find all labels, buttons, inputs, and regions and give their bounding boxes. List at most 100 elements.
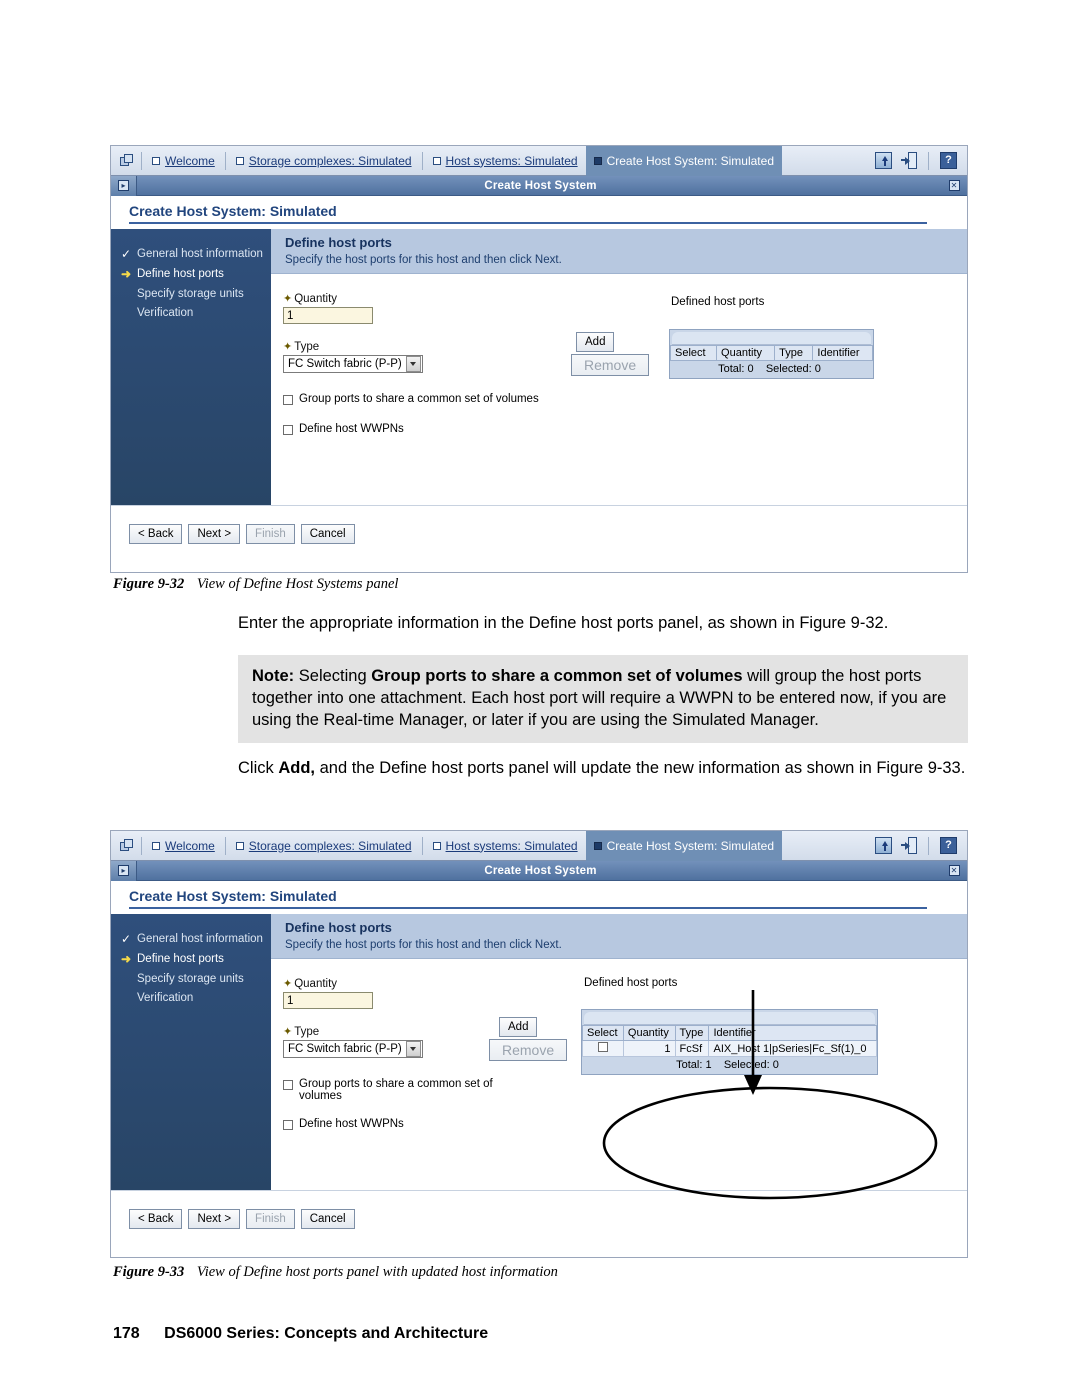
back-button[interactable]: < Back (129, 523, 183, 544)
back-button[interactable]: < Back (129, 1208, 183, 1229)
wizard-step-verification[interactable]: Verification (119, 989, 271, 1008)
group-ports-checkbox[interactable] (283, 395, 293, 405)
wizard-step-label: Define host ports (137, 268, 224, 280)
figure-9-33-caption: Figure 9-33 View of Define host ports pa… (113, 1264, 558, 1281)
page-footer: 178 DS6000 Series: Concepts and Architec… (113, 1325, 488, 1343)
row-checkbox[interactable] (597, 1042, 608, 1052)
check-icon: ✓ (120, 247, 132, 261)
exit-icon[interactable] (901, 837, 917, 854)
exit-icon[interactable] (901, 152, 917, 169)
close-button[interactable]: ✕ (944, 861, 964, 881)
type-select[interactable]: FC Switch fabric (P-P) (283, 355, 423, 373)
check-icon: ✓ (120, 932, 132, 946)
wizard-step-general-host-information[interactable]: ✓ General host information (119, 930, 271, 950)
wizard-step-label: Define host ports (137, 953, 224, 965)
arrow-right-icon: ➜ (120, 267, 132, 281)
close-icon: ✕ (948, 180, 960, 191)
step-subtitle: Specify the host ports for this host and… (285, 254, 562, 266)
wizard-step-general-host-information[interactable]: ✓ General host information (119, 245, 271, 265)
panel-header: Create Host System: Simulated (111, 881, 967, 914)
tab-label: Host systems: Simulated (445, 838, 578, 853)
wizard-button-bar: < Back Next > Finish Cancel (111, 1190, 967, 1236)
divider (141, 151, 142, 170)
type-select-value: FC Switch fabric (P-P) (288, 358, 402, 370)
window-title-bar: ▸ Create Host System ✕ (111, 175, 967, 196)
window-title: Create Host System (484, 179, 597, 192)
row-quantity: 1 (622, 1040, 676, 1057)
tab-storage-complexes[interactable]: Storage complexes: Simulated (228, 150, 420, 172)
tab-welcome[interactable]: Welcome (144, 835, 223, 857)
wizard-step-define-host-ports[interactable]: ➜ Define host ports (119, 265, 271, 285)
divider (421, 151, 423, 170)
define-wwpn-checkbox[interactable] (283, 425, 293, 435)
remove-button-wrap: Remove (571, 354, 650, 376)
figure-9-32-screenshot: Welcome Storage complexes: Simulated Hos… (110, 145, 968, 573)
upload-icon[interactable] (875, 837, 892, 854)
tab-host-systems[interactable]: Host systems: Simulated (425, 150, 586, 172)
wizard-step-list: ✓ General host information ➜ Define host… (111, 229, 271, 505)
help-icon[interactable]: ? (940, 152, 957, 169)
step-subtitle: Specify the host ports for this host and… (285, 939, 562, 951)
wizard-step-verification[interactable]: Verification (119, 304, 271, 323)
define-wwpn-checkbox-row[interactable]: Define host WWPNs (283, 1118, 967, 1130)
add-button[interactable]: Add (576, 332, 615, 352)
title-underline (129, 907, 927, 909)
selected-count: Selected: 0 (723, 1059, 779, 1071)
page-number: 178 (113, 1325, 140, 1342)
next-button[interactable]: Next > (188, 523, 241, 544)
group-ports-label: Group ports to share a common set of vol… (299, 393, 539, 405)
tab-checkbox-icon (593, 156, 602, 165)
tab-welcome[interactable]: Welcome (144, 150, 223, 172)
window-title-bar: ▸ Create Host System ✕ (111, 860, 967, 881)
cancel-button[interactable]: Cancel (300, 523, 355, 544)
tab-checkbox-icon (235, 841, 244, 850)
expand-button[interactable]: ▸ (111, 860, 137, 881)
expand-icon: ▸ (118, 180, 129, 191)
book-title: DS6000 Series: Concepts and Architecture (164, 1325, 489, 1342)
add-button[interactable]: Add (499, 1017, 538, 1037)
defined-host-ports-table: Select Quantity Type Identifier 1 FcSf A… (581, 1009, 878, 1075)
defined-host-ports-table: Select Quantity Type Identifier Total: 0… (669, 329, 874, 379)
page-title: Create Host System: Simulated (129, 888, 337, 904)
chevron-down-icon (405, 1041, 421, 1057)
tab-storage-complexes[interactable]: Storage complexes: Simulated (228, 835, 420, 857)
close-button[interactable]: ✕ (944, 176, 964, 196)
help-icon[interactable]: ? (940, 837, 957, 854)
figure-caption-text: View of Define Host Systems panel (196, 576, 399, 592)
type-select[interactable]: FC Switch fabric (P-P) (283, 1040, 423, 1058)
defined-host-ports-label: Defined host ports (584, 977, 678, 989)
row-select-cell[interactable] (582, 1040, 624, 1057)
next-button[interactable]: Next > (188, 1208, 241, 1229)
table-summary: Total: 0 Selected: 0 (670, 361, 873, 378)
group-ports-checkbox-row[interactable]: Group ports to share a common set of vol… (283, 393, 967, 405)
selected-count: Selected: 0 (765, 363, 821, 375)
tab-label: Create Host System: Simulated (606, 153, 774, 168)
tab-checkbox-icon (235, 156, 244, 165)
quantity-input[interactable]: 1 (283, 992, 373, 1009)
wizard-step-label: Verification (137, 307, 194, 320)
upload-icon[interactable] (875, 152, 892, 169)
cancel-button[interactable]: Cancel (300, 1208, 355, 1229)
group-ports-checkbox-row[interactable]: Group ports to share a common set of vol… (283, 1078, 498, 1102)
paragraph-2-pre: Click (238, 759, 279, 777)
wizard-step-specify-storage-units[interactable]: Specify storage units (119, 285, 271, 304)
wizard-step-define-host-ports[interactable]: ➜ Define host ports (119, 950, 271, 970)
tab-host-systems[interactable]: Host systems: Simulated (425, 835, 586, 857)
wizard-step-label: General host information (137, 248, 263, 260)
quantity-input[interactable]: 1 (283, 307, 373, 324)
expand-button[interactable]: ▸ (111, 175, 137, 196)
group-ports-label: Group ports to share a common set of vol… (299, 1078, 498, 1102)
tab-label: Create Host System: Simulated (606, 838, 774, 853)
tab-create-host-system[interactable]: Create Host System: Simulated (585, 145, 782, 176)
define-wwpn-checkbox-row[interactable]: Define host WWPNs (283, 423, 967, 435)
tab-create-host-system[interactable]: Create Host System: Simulated (585, 830, 782, 861)
define-wwpn-label: Define host WWPNs (299, 1118, 404, 1130)
wizard-body: ✓ General host information ➜ Define host… (111, 229, 967, 505)
quantity-label: ✦ Quantity (283, 292, 338, 306)
define-wwpn-checkbox[interactable] (283, 1120, 293, 1130)
tab-checkbox-icon (593, 841, 602, 850)
table-row[interactable]: 1 FcSf AIX_Host 1|pSeries|Fc_Sf(1)_0 (582, 1040, 877, 1057)
total-count: Total: 0 (718, 363, 754, 375)
group-ports-checkbox[interactable] (283, 1080, 293, 1090)
wizard-step-specify-storage-units[interactable]: Specify storage units (119, 970, 271, 989)
